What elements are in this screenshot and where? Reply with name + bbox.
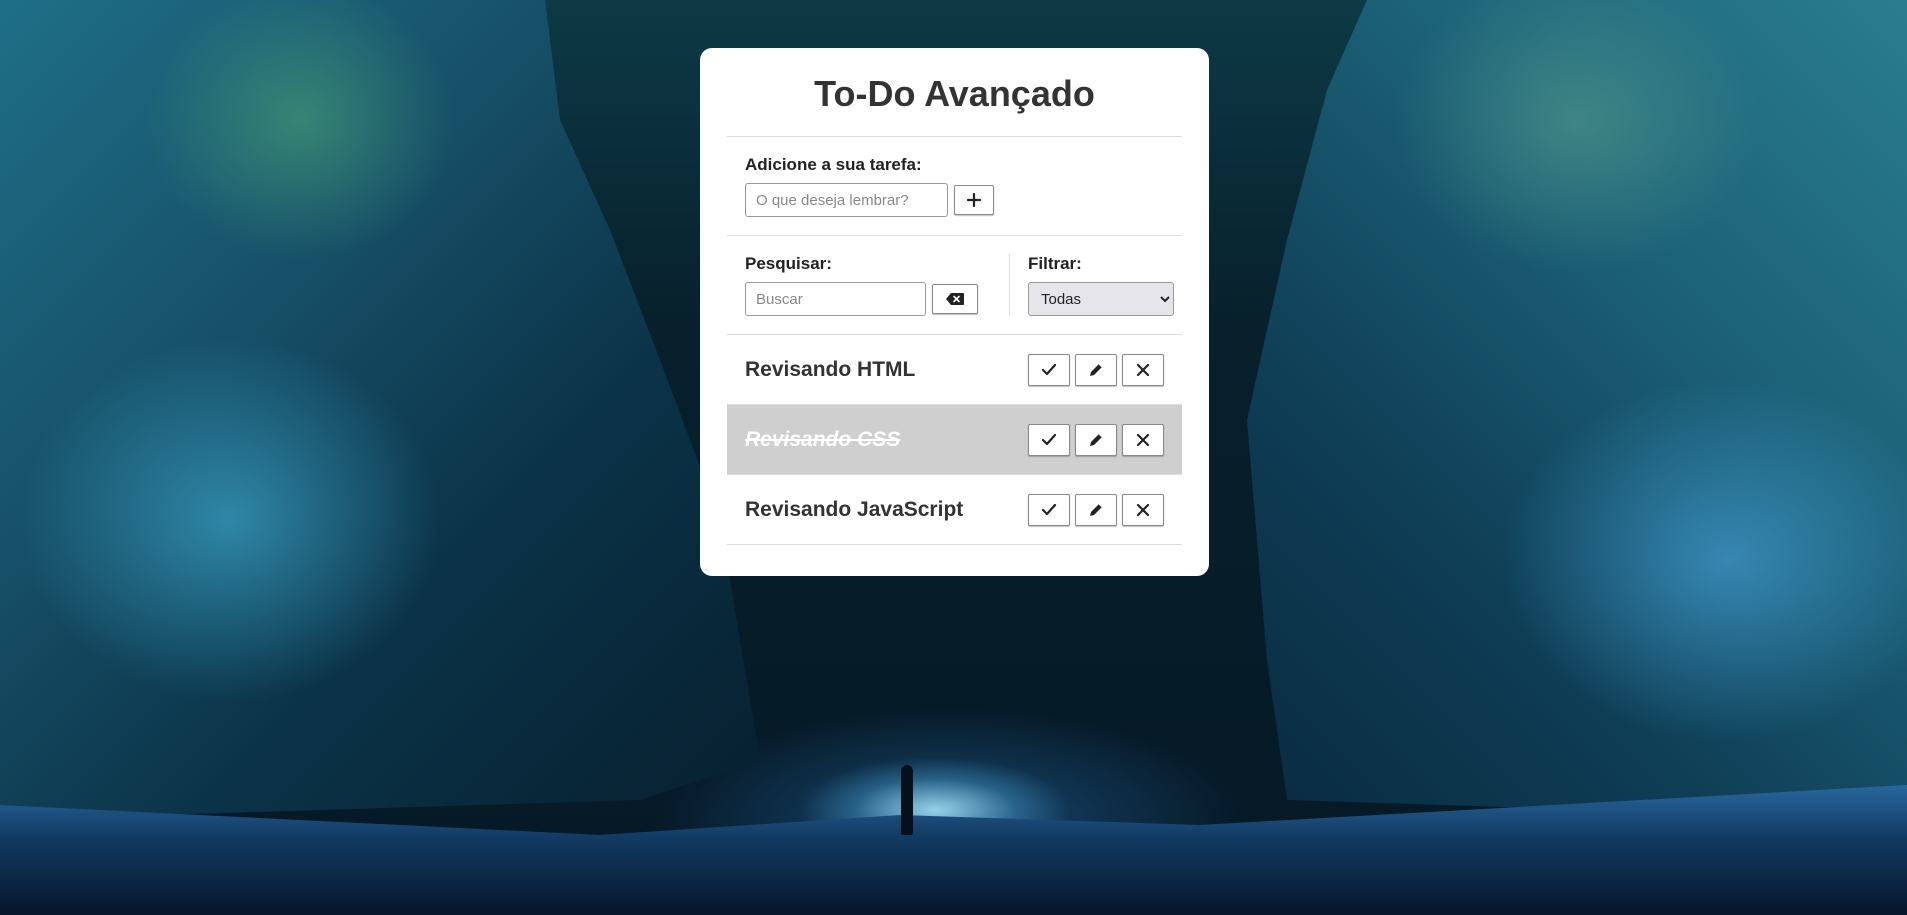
pencil-icon [1090,503,1103,516]
pencil-icon [1090,363,1103,376]
finish-todo-button[interactable] [1028,423,1070,456]
check-icon [1041,433,1057,445]
filter-select[interactable]: Todas [1028,282,1174,316]
todo-list: Revisando HTML Revisando CSS Revisando J… [727,335,1182,545]
page-title: To-Do Avançado [727,48,1182,137]
edit-todo-button[interactable] [1075,493,1117,526]
remove-todo-button[interactable] [1122,493,1164,526]
todo-title: Revisando JavaScript [745,497,964,521]
todo-item: Revisando HTML [727,335,1182,405]
add-todo-input[interactable] [745,183,948,217]
plus-icon [966,192,982,208]
remove-todo-button[interactable] [1122,353,1164,386]
close-icon [1136,363,1150,376]
pencil-icon [1090,433,1103,446]
filter-form: Filtrar: Todas [1010,254,1174,316]
check-icon [1041,363,1057,375]
backspace-icon [946,293,964,305]
finish-todo-button[interactable] [1028,353,1070,386]
remove-todo-button[interactable] [1122,423,1164,456]
close-icon [1136,503,1150,516]
search-form: Pesquisar: [745,254,1010,316]
close-icon [1136,433,1150,446]
search-input[interactable] [745,282,926,316]
edit-todo-button[interactable] [1075,423,1117,456]
edit-todo-button[interactable] [1075,353,1117,386]
filter-label: Filtrar: [1028,254,1082,273]
todo-card: To-Do Avançado Adicione a sua tarefa: Pe… [700,48,1209,576]
search-label: Pesquisar: [745,254,832,273]
background-person-silhouette [901,765,913,835]
background-cliff-right [1247,0,1907,820]
clear-search-button[interactable] [932,284,978,314]
todo-item: Revisando JavaScript [727,475,1182,545]
todo-title: Revisando HTML [745,357,916,381]
add-todo-button[interactable] [954,185,994,215]
check-icon [1041,503,1057,515]
todo-title: Revisando CSS [745,427,901,451]
search-filter-section: Pesquisar: Filtrar: Todas [727,236,1182,335]
todo-item-done: Revisando CSS [727,405,1182,475]
add-todo-form: Adicione a sua tarefa: [727,137,1182,236]
add-todo-label: Adicione a sua tarefa: [745,155,922,174]
finish-todo-button[interactable] [1028,493,1070,526]
